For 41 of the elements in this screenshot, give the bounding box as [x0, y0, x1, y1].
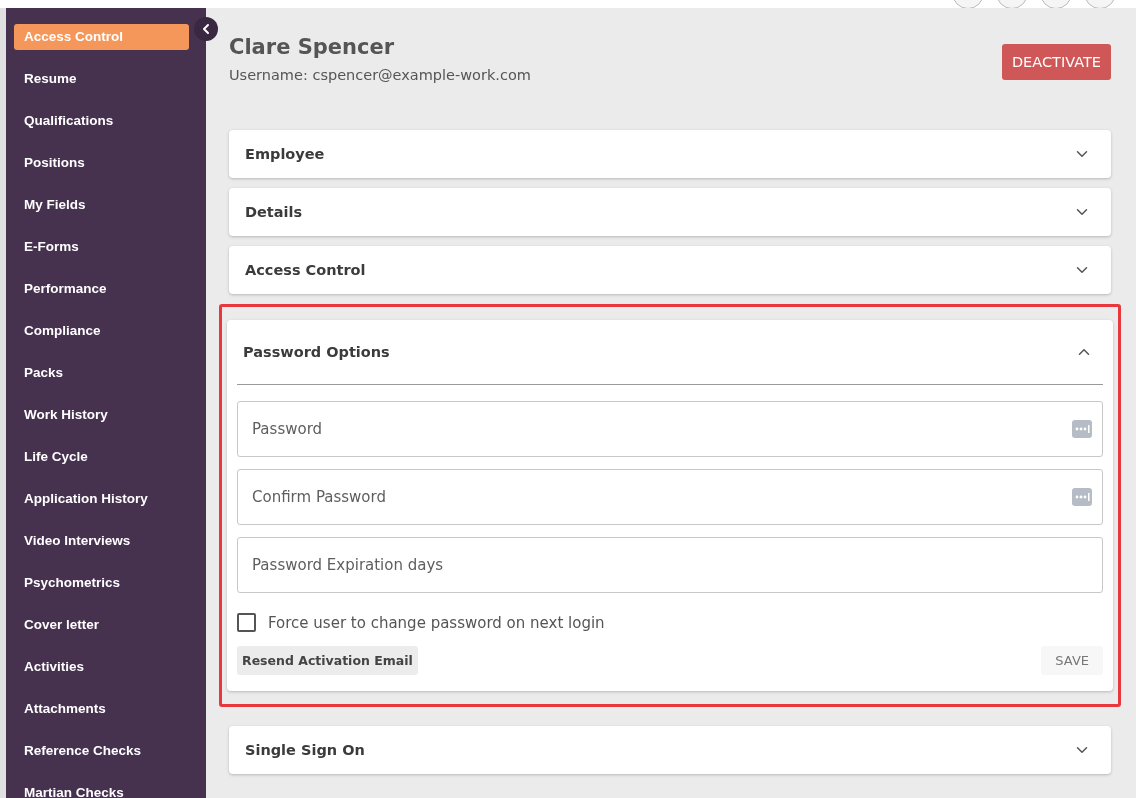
accordion-header[interactable]: Access Control — [229, 246, 1111, 294]
sidebar-item[interactable]: Martian Checks — [14, 780, 189, 798]
accordion-header[interactable]: Employee — [229, 130, 1111, 178]
sidebar-item[interactable]: Work History — [14, 402, 189, 428]
accordion-header[interactable]: Details — [229, 188, 1111, 236]
section-title: Single Sign On — [245, 742, 365, 758]
section-title: Employee — [245, 146, 325, 162]
sidebar-item[interactable]: Resume — [14, 66, 189, 92]
accordion-header[interactable]: Single Sign On — [229, 726, 1111, 774]
sidebar-item[interactable]: Qualifications — [14, 108, 189, 134]
deactivate-button[interactable]: DEACTIVATE — [1001, 44, 1111, 80]
input-field[interactable]: Password — [237, 401, 1103, 457]
collapse-button[interactable] — [194, 17, 218, 41]
section-title: Access Control — [245, 262, 366, 278]
checkbox[interactable] — [237, 613, 256, 632]
sidebar-item[interactable]: Positions — [14, 150, 189, 176]
sidebar-item[interactable]: Cover letter — [14, 612, 189, 638]
sidebar-item[interactable]: Activities — [14, 654, 189, 680]
sidebar-item[interactable]: Attachments — [14, 696, 189, 722]
section-title: Details — [245, 204, 303, 220]
person-name: Clare Spencer — [229, 35, 396, 59]
save-button[interactable]: SAVE — [1041, 646, 1103, 675]
sidebar-item[interactable]: Video Interviews — [14, 528, 189, 554]
sidebar-item[interactable]: Compliance — [14, 318, 189, 344]
input-field[interactable]: Password Expiration days — [237, 537, 1103, 593]
resend-email-button[interactable]: Resend Activation Email — [237, 646, 418, 675]
sidebar-item[interactable]: Packs — [14, 360, 189, 386]
sidebar-item[interactable]: E-Forms — [14, 234, 189, 260]
sidebar-item[interactable]: Psychometrics — [14, 570, 189, 596]
username-text: Username: cspencer@example-work.com — [229, 67, 531, 83]
sidebar-item[interactable]: Application History — [14, 486, 189, 512]
sidebar-item[interactable]: Life Cycle — [14, 444, 189, 470]
accordion-header[interactable]: Password Options — [227, 320, 1113, 384]
password-dots-icon — [1071, 487, 1093, 507]
password-dots-icon — [1071, 419, 1093, 439]
sidebar-item[interactable]: Performance — [14, 276, 189, 302]
sidebar-item[interactable]: My Fields — [14, 192, 189, 218]
section-title: Password Options — [243, 344, 390, 360]
checkbox-label: Force user to change password on next login — [268, 613, 605, 632]
input-field[interactable]: Confirm Password — [237, 469, 1103, 525]
sidebar-item[interactable]: Reference Checks — [14, 738, 189, 764]
